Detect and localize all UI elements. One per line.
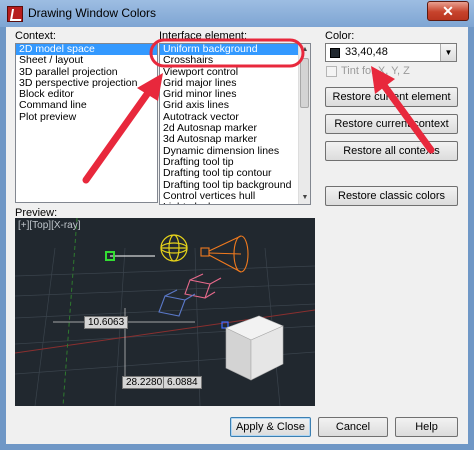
window-title: Drawing Window Colors (28, 6, 157, 20)
cancel-button[interactable]: Cancel (318, 417, 388, 437)
restore-all-contexts-button[interactable]: Restore all contexts (325, 141, 458, 161)
interface-item[interactable]: Drafting tool tip contour (160, 167, 310, 179)
help-button[interactable]: Help (395, 417, 458, 437)
tint-label: Tint for X, Y, Z (341, 65, 410, 77)
preview-canvas: [+][Top][X-ray] 10.6063 28.2280 6.0884 (15, 218, 315, 406)
context-item[interactable]: Sheet / layout (16, 54, 157, 66)
color-swatch (330, 48, 340, 58)
restore-classic-colors-button[interactable]: Restore classic colors (325, 186, 458, 206)
title-bar[interactable]: Drawing Window Colors ✕ (0, 0, 474, 27)
autocad-app-icon (7, 6, 23, 22)
scroll-down-arrow-icon[interactable]: ▼ (299, 192, 310, 204)
color-value: 33,40,48 (345, 46, 388, 58)
dialog-window: Drawing Window Colors ✕ Context: 2D mode… (0, 0, 474, 450)
close-button[interactable]: ✕ (427, 1, 469, 21)
context-label: Context: (15, 30, 56, 42)
interface-item[interactable]: 3d Autosnap marker (160, 134, 310, 146)
interface-scrollbar[interactable]: ▲ ▼ (298, 44, 310, 204)
interface-item[interactable]: Crosshairs (160, 54, 310, 66)
dimension-box-1: 10.6063 (84, 316, 129, 329)
chevron-down-icon[interactable]: ▼ (440, 44, 456, 61)
interface-element-label: Interface element: (159, 30, 248, 42)
scroll-thumb[interactable] (300, 58, 309, 108)
context-listbox[interactable]: 2D model space Sheet / layout 3D parallel … (15, 43, 158, 203)
dialog-client-area: Context: 2D model space Sheet / layout 3D … (6, 27, 468, 444)
dimension-box-3: 6.0884 (163, 376, 202, 389)
interface-item[interactable]: Light glyphs (160, 201, 310, 204)
scroll-up-arrow-icon[interactable]: ▲ (299, 44, 310, 56)
color-label: Color: (325, 30, 355, 42)
interface-element-listbox[interactable]: Uniform background Crosshairs Viewport con… (159, 43, 311, 205)
color-dropdown[interactable]: 33,40,48 ▼ (325, 43, 457, 62)
apply-close-button[interactable]: Apply & Close (230, 417, 311, 437)
tint-checkbox[interactable] (326, 66, 337, 77)
viewport-control-label: [+][Top][X-ray] (18, 220, 81, 231)
dimension-box-2: 28.2280 (122, 376, 167, 389)
restore-current-element-button[interactable]: Restore current element (325, 87, 458, 107)
restore-current-context-button[interactable]: Restore current context (325, 114, 458, 134)
context-item[interactable]: Plot preview (16, 111, 157, 123)
